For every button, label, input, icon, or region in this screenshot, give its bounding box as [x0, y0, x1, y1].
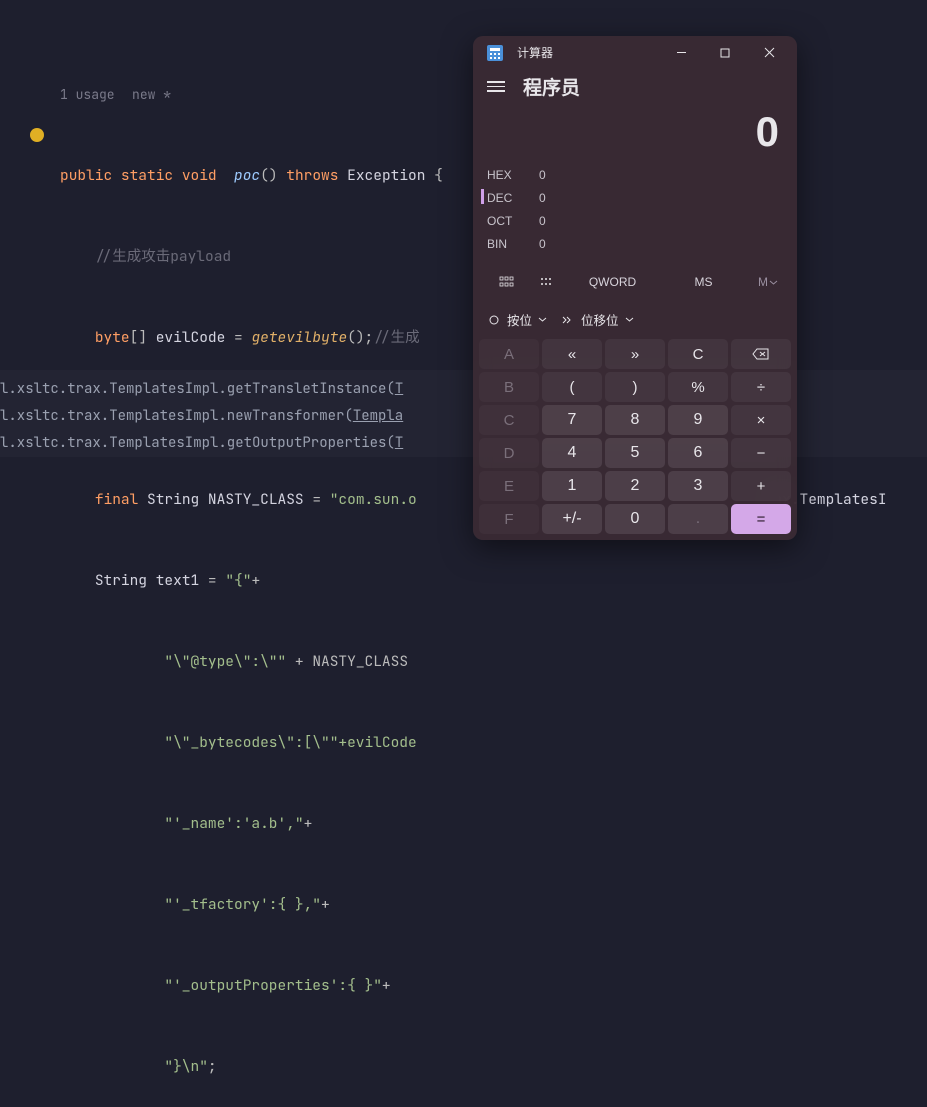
- chevron-down-icon: [538, 315, 547, 324]
- key-8[interactable]: 8: [605, 405, 665, 435]
- bittoggle-mode-icon[interactable]: [527, 266, 567, 298]
- calculator-window: 计算器 程序员 0 HEX0 DEC0 OCT0 BIN0 QWORD MS M: [473, 36, 797, 540]
- key-A: A: [479, 339, 539, 369]
- key-B: B: [479, 372, 539, 402]
- bulb-icon[interactable]: [30, 128, 44, 142]
- key-lparen[interactable]: (: [542, 372, 602, 402]
- key-subtract[interactable]: −: [731, 438, 791, 468]
- chevron-down-icon: [625, 315, 634, 324]
- memory-dropdown[interactable]: M: [749, 266, 787, 298]
- titlebar: 计算器: [473, 36, 797, 69]
- key-3[interactable]: 3: [668, 471, 728, 501]
- display: 0: [473, 108, 797, 164]
- key-1[interactable]: 1: [542, 471, 602, 501]
- mode-header: 程序员: [473, 69, 797, 108]
- mode-title[interactable]: 程序员: [523, 73, 580, 100]
- key-lshift[interactable]: «: [542, 339, 602, 369]
- app-icon: [487, 45, 503, 61]
- radix-hex[interactable]: HEX0: [487, 164, 783, 187]
- backspace-icon: [752, 347, 770, 361]
- radix-panel: HEX0 DEC0 OCT0 BIN0: [473, 164, 797, 262]
- stack-link[interactable]: Templa: [353, 407, 403, 425]
- key-E: E: [479, 471, 539, 501]
- key-decimal: .: [668, 504, 728, 534]
- key-multiply[interactable]: ×: [731, 405, 791, 435]
- bitwise-dropdown[interactable]: 按位: [487, 310, 547, 329]
- key-backspace[interactable]: [731, 339, 791, 369]
- key-plusminus[interactable]: +/-: [542, 504, 602, 534]
- key-equals[interactable]: =: [731, 504, 791, 534]
- toolbar: QWORD MS M: [473, 262, 797, 304]
- radix-oct[interactable]: OCT0: [487, 210, 783, 233]
- key-0[interactable]: 0: [605, 504, 665, 534]
- function-row: 按位 位移位: [473, 304, 797, 335]
- key-rshift[interactable]: »: [605, 339, 665, 369]
- key-C: C: [479, 405, 539, 435]
- key-6[interactable]: 6: [668, 438, 728, 468]
- word-size-button[interactable]: QWORD: [567, 266, 658, 298]
- key-add[interactable]: +: [731, 471, 791, 501]
- key-mod[interactable]: %: [668, 372, 728, 402]
- key-2[interactable]: 2: [605, 471, 665, 501]
- key-rparen[interactable]: ): [605, 372, 665, 402]
- key-divide[interactable]: ÷: [731, 372, 791, 402]
- radix-dec[interactable]: DEC0: [487, 187, 783, 210]
- key-5[interactable]: 5: [605, 438, 665, 468]
- app-title: 计算器: [517, 44, 659, 61]
- key-clear[interactable]: C: [668, 339, 728, 369]
- close-button[interactable]: [747, 38, 791, 68]
- keypad-mode-icon[interactable]: [487, 266, 527, 298]
- maximize-button[interactable]: [703, 38, 747, 68]
- minimize-button[interactable]: [659, 38, 703, 68]
- key-7[interactable]: 7: [542, 405, 602, 435]
- radix-bin[interactable]: BIN0: [487, 233, 783, 256]
- key-9[interactable]: 9: [668, 405, 728, 435]
- radix-selected-indicator: [481, 189, 484, 204]
- memory-store-button[interactable]: MS: [658, 266, 749, 298]
- bitshift-dropdown[interactable]: 位移位: [561, 310, 634, 329]
- stack-link[interactable]: T: [395, 380, 403, 398]
- menu-icon[interactable]: [487, 81, 505, 92]
- stack-link[interactable]: T: [395, 434, 403, 452]
- key-D: D: [479, 438, 539, 468]
- keypad: A « » C B ( ) % ÷ C 7 8 9 × D 4 5 6 − E …: [473, 335, 797, 540]
- key-4[interactable]: 4: [542, 438, 602, 468]
- key-F: F: [479, 504, 539, 534]
